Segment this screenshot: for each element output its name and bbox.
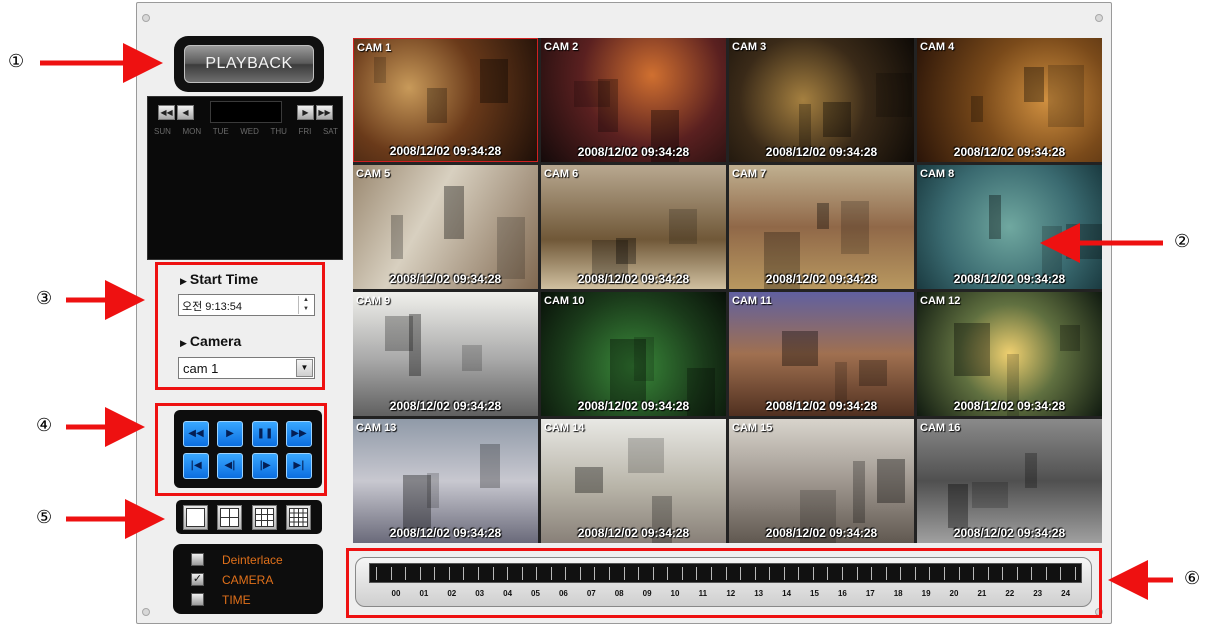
annotation-arrows [40, 43, 1173, 600]
annotation-2: ② [1174, 231, 1191, 252]
annotation-1: ① [8, 51, 25, 72]
annotation-4: ④ [36, 415, 53, 436]
annotation-6: ⑥ [1184, 568, 1201, 589]
annotation-5: ⑤ [36, 507, 53, 528]
annotation-3: ③ [36, 288, 53, 309]
